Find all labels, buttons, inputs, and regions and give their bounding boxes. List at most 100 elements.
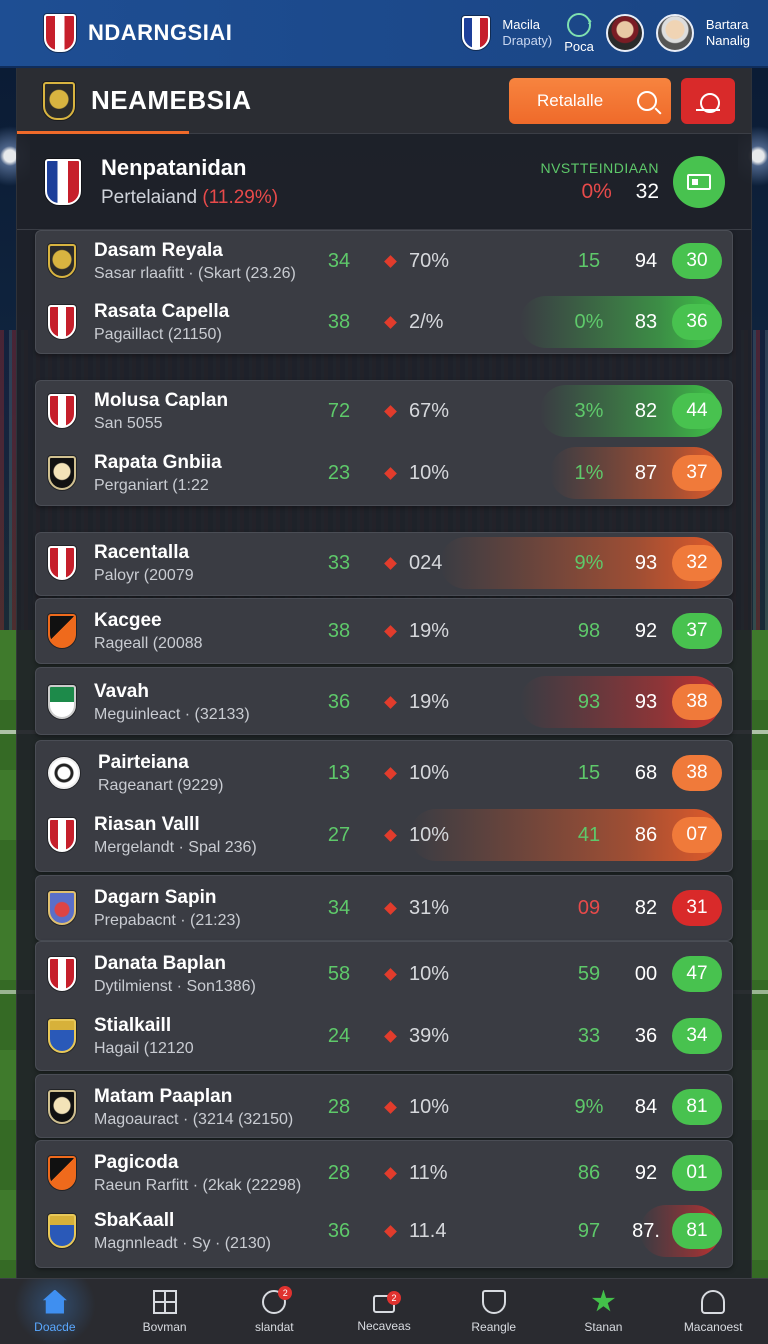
bottom-navigation: Doacde Bovman 2 slandat 2 Necaveas Reangle 2 Sta…: [0, 1278, 768, 1344]
stat-played: 38: [327, 619, 351, 642]
refresh-icon: [567, 12, 592, 37]
table-row[interactable]: Racentalla Paloyr (20079 33 024 9% 93 32: [36, 533, 732, 593]
notification-badge: 2: [387, 1290, 402, 1305]
stat-form: 10%: [384, 762, 466, 785]
shield-icon: [481, 1289, 506, 1314]
score-badge[interactable]: 38: [672, 755, 722, 791]
panel-title: NEAMEBSIA: [91, 85, 252, 115]
club-info[interactable]: Macila Drapaty): [502, 17, 552, 49]
alert-button[interactable]: [681, 77, 735, 124]
team-info: Matam Paaplan Magoauract · (3214 (32150): [94, 1086, 304, 1129]
app-logo-crest-icon[interactable]: [44, 14, 76, 52]
table-row[interactable]: Rasata Capella Pagaillact (21150) 38 2/% 0% 8…: [36, 292, 732, 352]
ticket-icon: [687, 173, 711, 190]
nav-item-doacde[interactable]: Doacde: [0, 1279, 110, 1344]
score-badge[interactable]: 81: [672, 1213, 722, 1249]
table-row[interactable]: Molusa Caplan San 5055 72 67% 3% 82 44: [36, 381, 732, 441]
table-row[interactable]: Rapata Gnbiia Perganiart (1:22 23 10% 1% 87 37: [36, 443, 732, 503]
stat-form: 10%: [384, 1096, 466, 1119]
stat-rating: 93: [634, 690, 658, 713]
diamond-icon: [384, 254, 397, 268]
team-crest-icon: [48, 456, 76, 490]
score-badge[interactable]: 37: [672, 455, 722, 491]
score-badge[interactable]: 44: [672, 393, 722, 429]
score-badge[interactable]: 30: [672, 243, 722, 279]
table-row[interactable]: Stialkaill Hagail (12120 24 39% 33 36 34: [36, 1006, 732, 1066]
nav-item-macanoest[interactable]: Macanoest: [658, 1279, 768, 1344]
score-badge[interactable]: 37: [672, 613, 722, 649]
avatar[interactable]: [605, 14, 644, 52]
search-button[interactable]: Retalalle: [509, 77, 671, 124]
diamond-icon: [384, 466, 397, 480]
score-badge[interactable]: 07: [672, 817, 722, 853]
team-info: Pairteiana Rageanart (9229): [98, 752, 308, 795]
summary-sub-label: Pertelaiand: [101, 186, 198, 208]
diamond-icon: [384, 828, 397, 842]
stat-rating: 93: [634, 551, 658, 574]
table-row[interactable]: Matam Paaplan Magoauract · (3214 (32150) 2…: [36, 1077, 732, 1137]
score-badge[interactable]: 31: [672, 890, 722, 926]
team-info: Pagicoda Raeun Rarfitt · (2kak (22298): [94, 1152, 304, 1195]
score-badge[interactable]: 81: [672, 1089, 722, 1125]
team-name: Rapata Gnbiia: [94, 451, 222, 473]
table-row[interactable]: Pagicoda Raeun Rarfitt · (2kak (22298) 28 1…: [36, 1143, 732, 1203]
diamond-icon: [384, 967, 397, 981]
poca-button[interactable]: Poca: [564, 12, 594, 54]
nav-item-necaveas[interactable]: 2 Necaveas: [329, 1279, 439, 1344]
stat-change: 15: [577, 249, 601, 272]
table-row[interactable]: Dagarn Sapin Prepabacnt · (21:23) 34 31% 09 8…: [36, 878, 732, 938]
table-row[interactable]: Danata Baplan Dytilmienst · Son1386) 58 10%…: [36, 944, 732, 1004]
sunrise-icon: [696, 91, 720, 113]
score-badge[interactable]: 38: [672, 684, 722, 720]
team-sub: San 5055: [94, 414, 163, 432]
score-badge[interactable]: 47: [672, 956, 722, 992]
stat-change: 3%: [574, 399, 604, 422]
nav-item-reangle[interactable]: Reangle: [439, 1279, 549, 1344]
nav-item-bovman[interactable]: Bovman: [110, 1279, 220, 1344]
team-name: Pagicoda: [94, 1151, 179, 1173]
stat-change: 33: [577, 1024, 601, 1047]
nav-label: Bovman: [142, 1319, 187, 1334]
notification-badge: 2: [609, 1289, 615, 1298]
stat-form-value: 10%: [409, 461, 450, 484]
score-badge[interactable]: 01: [672, 1155, 722, 1191]
score-badge[interactable]: 32: [672, 545, 722, 581]
table-row[interactable]: Vavah Meguinleact · (32133) 36 19% 93 93 38: [36, 672, 732, 732]
summary-stat-label: NVSTTEINDIAAN: [540, 159, 659, 176]
nav-label: Macanoest: [683, 1319, 743, 1334]
nav-item-slandat[interactable]: 2 slandat: [219, 1279, 329, 1344]
team-info: Rapata Gnbiia Perganiart (1:22: [94, 452, 304, 495]
summary-row[interactable]: Nenpatanidan Pertelaiand (11.29%) NVSTTE…: [17, 134, 751, 230]
user-avatar[interactable]: [655, 14, 694, 52]
team-crest-icon: [48, 546, 76, 580]
summary-stats-group: NVSTTEINDIAAN 0% 32: [540, 155, 725, 208]
ticket-button[interactable]: [673, 155, 725, 208]
score-badge[interactable]: 34: [672, 1018, 722, 1054]
nav-label: Stanan: [584, 1319, 623, 1334]
network-icon: 2: [373, 1290, 402, 1313]
team-crest-icon: [48, 1214, 76, 1248]
team-crest-icon: [48, 394, 76, 428]
summary-stat-value: 32: [635, 179, 659, 203]
club-crest-icon[interactable]: [462, 16, 491, 50]
stat-rating: 82: [634, 896, 658, 919]
score-badge[interactable]: 36: [672, 304, 722, 340]
user-info[interactable]: Bartara Nanalig: [706, 17, 750, 49]
diamond-icon: [384, 315, 397, 329]
table-row[interactable]: Pairteiana Rageanart (9229) 13 10% 15 68 38: [36, 743, 732, 803]
table-row[interactable]: Riasan Valll Mergelandt · Spal 236) 27 10% 4…: [36, 805, 732, 865]
stat-form: 10%: [384, 963, 466, 986]
stat-rating: 94: [634, 249, 658, 272]
stat-rating: 00: [634, 962, 658, 985]
nav-item-stanan[interactable]: 2 Stanan: [549, 1279, 659, 1344]
team-sub: Raeun Rarfitt · (2kak (22298): [94, 1176, 302, 1194]
team-info: Dagarn Sapin Prepabacnt · (21:23): [94, 887, 304, 930]
stat-form-value: 19%: [409, 619, 450, 642]
stat-played: 72: [327, 399, 351, 422]
table-row[interactable]: Kacgee Rageall (20088 38 19% 98 92 37: [36, 601, 732, 661]
table-row[interactable]: SbaKaall Magnnleadt · Sy · (2130) 36 11.4 97…: [36, 1201, 732, 1261]
stat-form: 024: [384, 552, 466, 575]
stat-played: 27: [327, 823, 351, 846]
table-row[interactable]: Dasam Reyala Sasar rlaafitt · (Skart (23.…: [36, 231, 732, 291]
app-title: NDARNGSIAI: [88, 20, 233, 45]
